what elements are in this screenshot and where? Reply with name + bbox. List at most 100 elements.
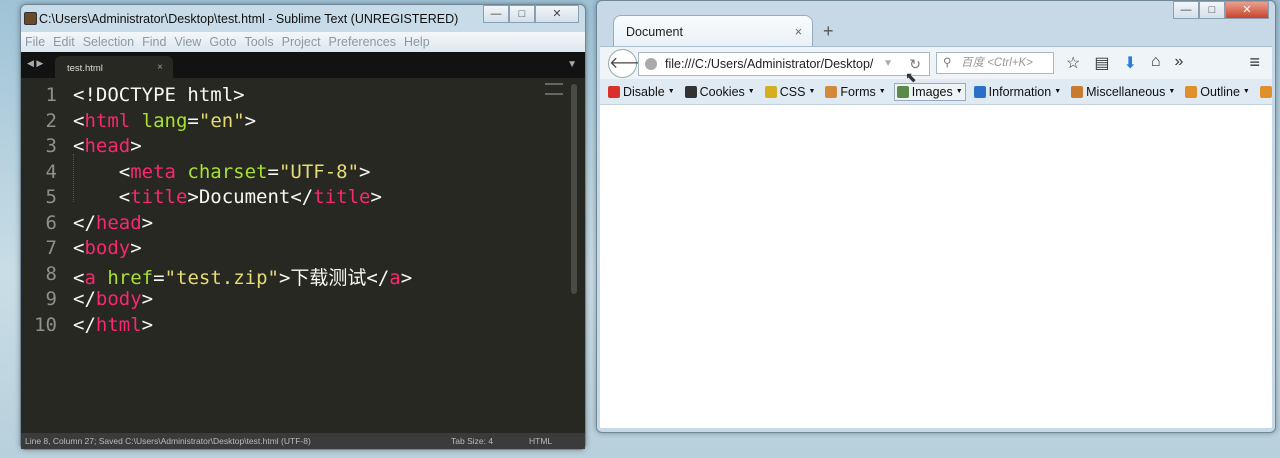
line-number: 6 xyxy=(45,211,57,234)
close-button[interactable]: ✕ xyxy=(535,5,579,23)
menu-file[interactable]: File xyxy=(25,32,45,52)
home-icon[interactable]: ⌂ xyxy=(1151,53,1161,73)
history-dropdown-icon[interactable]: ▼ xyxy=(883,53,893,75)
page-content xyxy=(600,104,1272,428)
caret-down-icon: ▼ xyxy=(808,88,816,95)
caret-down-icon: ▼ xyxy=(878,88,886,95)
disable-icon xyxy=(608,85,620,98)
window-controls: — □ ✕ xyxy=(1173,1,1269,19)
line-number: 3 xyxy=(45,135,57,157)
information-icon xyxy=(973,85,986,98)
firefox-window: — □ ✕ Document × + 🡐 file:///C:/Users/Ad… xyxy=(596,0,1276,433)
code-line[interactable]: <meta charset="UTF-8"> xyxy=(73,160,371,183)
navigation-bar: 🡐 file:///C:/Users/Administrator/Desktop… xyxy=(600,46,1272,79)
toolbar-label: Outline xyxy=(1200,84,1240,99)
menu-find[interactable]: Find xyxy=(142,32,166,52)
close-button[interactable]: ✕ xyxy=(1225,1,1269,19)
tab-nav-arrows-icon[interactable]: ◀ ▶ xyxy=(27,58,43,69)
new-tab-button[interactable]: + xyxy=(823,21,834,42)
menu-goto[interactable]: Goto xyxy=(209,32,236,52)
maximize-button[interactable]: □ xyxy=(509,5,535,23)
code-line[interactable]: <head> xyxy=(73,135,142,157)
toolbar-label: Cookies xyxy=(699,84,745,99)
minimize-button[interactable]: — xyxy=(483,5,509,23)
code-token: > xyxy=(130,237,142,259)
code-token: >下载测试</ xyxy=(278,266,390,289)
code-token: < xyxy=(73,266,85,289)
line-number: 10 xyxy=(34,313,57,336)
minimize-button[interactable]: — xyxy=(1173,1,1199,19)
code-token: > xyxy=(141,211,154,234)
css-icon xyxy=(764,85,777,98)
code-token: meta xyxy=(130,160,176,183)
maximize-button[interactable]: □ xyxy=(1199,1,1225,19)
window-title: C:\Users\Administrator\Desktop\test.html… xyxy=(39,12,459,26)
code-token: > xyxy=(141,288,154,310)
globe-icon xyxy=(645,58,657,70)
menu-tools[interactable]: Tools xyxy=(244,32,273,52)
outline-icon xyxy=(1185,85,1198,98)
code-line[interactable]: <body> xyxy=(73,237,142,259)
editor-scrollbar[interactable] xyxy=(571,84,577,294)
minimap[interactable] xyxy=(545,83,563,95)
toolbar-information-menu[interactable]: Information ▼ xyxy=(972,84,1063,100)
status-tab-size[interactable]: Tab Size: 4 xyxy=(451,433,493,449)
status-syntax[interactable]: HTML xyxy=(529,433,552,449)
toolbar-resize-menu[interactable]: Resize▼ xyxy=(1258,84,1272,100)
code-line[interactable]: <!DOCTYPE html> xyxy=(73,84,245,106)
toolbar-cookies-menu[interactable]: Cookies ▼ xyxy=(683,84,757,100)
code-editor[interactable]: 1 <!DOCTYPE html> 2 <html lang="en"> 3 <head>… xyxy=(21,78,585,433)
code-token: body xyxy=(84,237,131,259)
web-developer-toolbar: Disable ▼ Cookies ▼ CSS ▼ Forms ▼ Images ▼ Informa… xyxy=(600,79,1272,104)
toolbar-miscellaneous-menu[interactable]: Miscellaneous ▼ xyxy=(1069,84,1177,100)
code-token: < xyxy=(73,135,85,157)
menu-bar: File Edit Selection Find View Goto Tools Projec… xyxy=(21,32,585,52)
code-token: html xyxy=(95,313,142,336)
code-line[interactable]: <title>Document</title> xyxy=(73,186,382,208)
toolbar-label: Forms xyxy=(840,84,876,99)
code-line[interactable]: </body> xyxy=(73,288,153,310)
toolbar-forms-menu[interactable]: Forms ▼ xyxy=(823,84,887,100)
code-token: > xyxy=(141,313,154,336)
code-line[interactable]: </html> xyxy=(73,314,153,336)
bookmark-star-icon[interactable]: ☆ xyxy=(1066,53,1080,73)
caret-down-icon: ▼ xyxy=(1054,88,1062,95)
search-input[interactable]: ⚲ 百度 <Ctrl+K> xyxy=(936,52,1054,74)
caret-down-icon: ▼ xyxy=(1168,88,1176,95)
tab-close-icon[interactable]: × xyxy=(795,25,802,39)
line-number: 1 xyxy=(45,84,57,106)
reading-list-icon[interactable]: ▤ xyxy=(1094,53,1109,73)
code-line[interactable]: </head> xyxy=(73,212,153,234)
status-position: Line 8, Column 27; Saved C:\Users\Admini… xyxy=(25,436,311,446)
toolbar-disable-menu[interactable]: Disable ▼ xyxy=(606,84,677,100)
code-token: <!DOCTYPE html> xyxy=(73,84,245,106)
sublime-app-icon xyxy=(24,12,37,25)
tab-label: Document xyxy=(626,25,683,39)
tab-close-icon[interactable]: × xyxy=(157,62,163,73)
tab-test-html[interactable]: test.html × xyxy=(55,56,173,78)
download-icon[interactable]: ⬇ xyxy=(1123,53,1136,73)
menu-edit[interactable]: Edit xyxy=(53,32,75,52)
menu-project[interactable]: Project xyxy=(282,32,321,52)
overflow-chevron-icon[interactable]: » xyxy=(1175,53,1184,73)
menu-preferences[interactable]: Preferences xyxy=(329,32,396,52)
hamburger-menu-icon[interactable]: ≡ xyxy=(1249,52,1260,73)
status-bar: Line 8, Column 27; Saved C:\Users\Admini… xyxy=(21,433,585,449)
toolbar-label: CSS xyxy=(779,84,806,99)
code-token: head xyxy=(84,135,131,157)
tab-dropdown-icon[interactable]: ▼ xyxy=(567,59,577,70)
toolbar-outline-menu[interactable]: Outline ▼ xyxy=(1183,84,1252,100)
code-line[interactable]: <a href="test.zip">下载测试</a> xyxy=(73,263,412,290)
line-number: 4 xyxy=(45,160,57,183)
toolbar-css-menu[interactable]: CSS ▼ xyxy=(763,84,818,100)
back-arrow-icon[interactable]: 🡐 xyxy=(608,49,652,78)
code-token: > xyxy=(359,160,371,183)
menu-selection[interactable]: Selection xyxy=(83,32,134,52)
browser-tab-document[interactable]: Document × xyxy=(613,15,813,47)
url-bar[interactable]: file:///C:/Users/Administrator/Desktop/ … xyxy=(638,52,930,76)
code-line[interactable]: <html lang="en"> xyxy=(73,110,256,132)
line-number: 7 xyxy=(45,237,57,259)
menu-help[interactable]: Help xyxy=(404,32,430,52)
code-token: > xyxy=(370,186,382,208)
menu-view[interactable]: View xyxy=(174,32,201,52)
